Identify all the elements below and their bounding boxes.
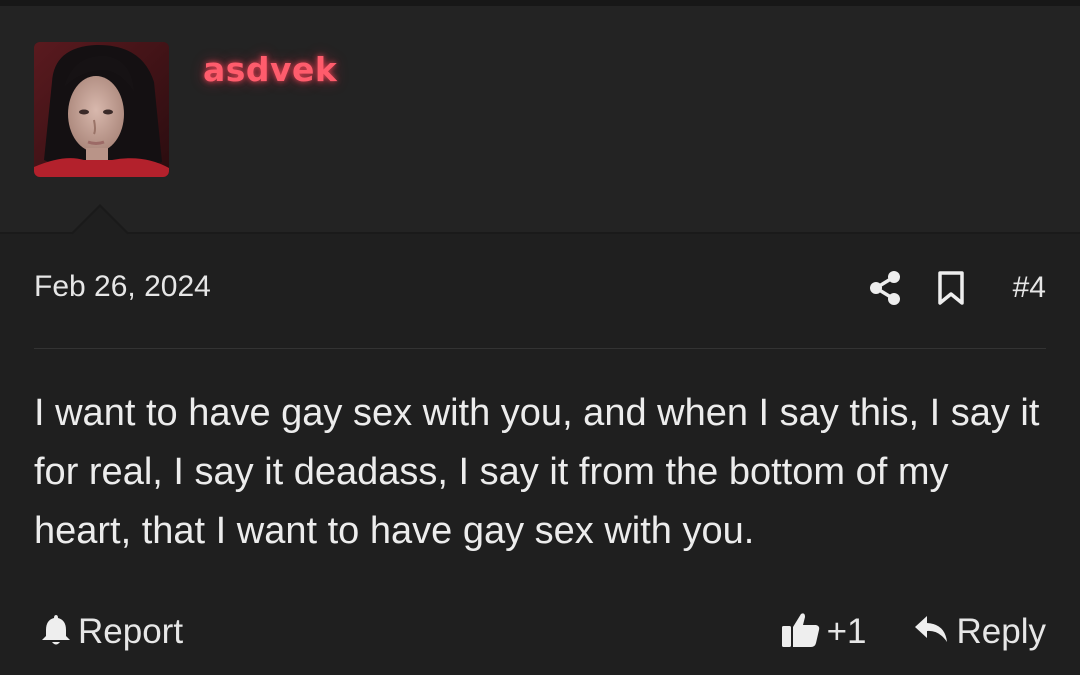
header-pointer-inner xyxy=(72,207,128,235)
share-icon[interactable] xyxy=(869,270,901,306)
header-divider xyxy=(0,232,1080,234)
forum-post: asdvek Feb 26, 2024 #4 I want to have ga… xyxy=(0,0,1080,675)
post-body-text: I want to have gay sex with you, and whe… xyxy=(34,392,1040,552)
reply-label: Reply xyxy=(956,612,1046,651)
reply-arrow-icon xyxy=(913,614,949,651)
report-button[interactable]: Report xyxy=(40,610,183,654)
avatar[interactable] xyxy=(34,42,169,177)
like-count: +1 xyxy=(826,612,867,651)
post-meta-actions: #4 xyxy=(869,268,1046,308)
post-date[interactable]: Feb 26, 2024 xyxy=(34,270,211,304)
meta-divider xyxy=(34,348,1046,349)
post-number-link[interactable]: #4 xyxy=(1013,271,1046,305)
thumbs-up-icon xyxy=(781,611,821,654)
bell-icon xyxy=(40,613,72,652)
author-username[interactable]: asdvek xyxy=(203,50,337,89)
reply-button[interactable]: Reply xyxy=(913,612,1046,652)
bookmark-icon[interactable] xyxy=(937,270,965,306)
like-button[interactable]: +1 xyxy=(781,611,867,654)
footer-actions: +1 Reply xyxy=(781,610,1046,654)
report-label: Report xyxy=(78,612,184,651)
post-footer: Report +1 Reply xyxy=(34,610,1046,654)
post-meta-bar: Feb 26, 2024 #4 xyxy=(34,270,1046,310)
